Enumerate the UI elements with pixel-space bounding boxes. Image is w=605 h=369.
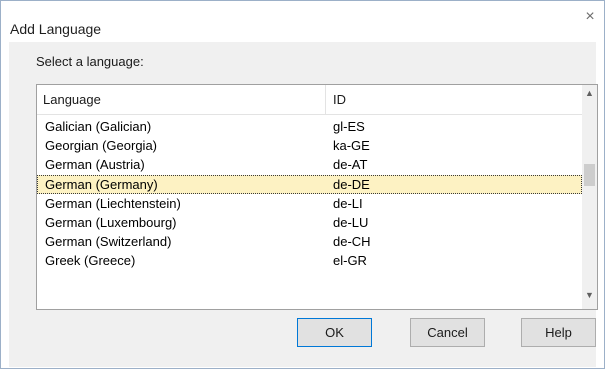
language-name: Greek (Greece): [45, 253, 136, 269]
language-list[interactable]: Language ID Galician (Galician) gl-ES Geor…: [36, 84, 598, 310]
dialog-title: Add Language: [10, 21, 102, 37]
language-name: German (Switzerland): [45, 234, 172, 250]
vertical-scrollbar[interactable]: ▲ ▼: [582, 85, 597, 309]
language-id: de-DE: [333, 176, 370, 192]
list-item[interactable]: German (Switzerland) de-CH: [37, 232, 582, 251]
close-icon[interactable]: ×: [581, 8, 599, 26]
language-name: Georgian (Georgia): [45, 138, 157, 154]
select-language-label: Select a language:: [36, 54, 144, 69]
list-item[interactable]: Georgian (Georgia) ka-GE: [37, 136, 582, 155]
column-header-language[interactable]: Language: [37, 85, 325, 114]
list-item[interactable]: German (Austria) de-AT: [37, 155, 582, 174]
column-separator[interactable]: [325, 85, 326, 114]
help-button[interactable]: Help: [521, 318, 596, 347]
language-id: ka-GE: [333, 138, 370, 154]
language-name: German (Luxembourg): [45, 214, 177, 230]
list-item[interactable]: Greek (Greece) el-GR: [37, 251, 582, 270]
language-id: de-LI: [333, 195, 363, 211]
scroll-thumb[interactable]: [584, 164, 595, 186]
language-id: de-AT: [333, 157, 368, 173]
language-name: German (Germany): [45, 176, 158, 192]
language-id: de-LU: [333, 214, 369, 230]
list-item[interactable]: German (Germany) de-DE: [37, 174, 582, 194]
list-header: Language ID: [37, 85, 582, 115]
ok-button[interactable]: OK: [297, 318, 372, 347]
language-id: gl-ES: [333, 119, 365, 134]
title-bar: Add Language ×: [1, 1, 604, 41]
scroll-down-icon[interactable]: ▼: [582, 287, 597, 304]
scroll-up-icon[interactable]: ▲: [582, 85, 597, 102]
language-name: Galician (Galician): [45, 119, 152, 134]
language-id: el-GR: [333, 253, 367, 269]
list-rows: Galician (Galician) gl-ES Georgian (Georgi…: [37, 117, 582, 271]
list-item[interactable]: German (Luxembourg) de-LU: [37, 213, 582, 232]
cancel-button[interactable]: Cancel: [410, 318, 485, 347]
language-name: German (Austria): [45, 157, 145, 173]
language-id: de-CH: [333, 234, 371, 250]
language-name: German (Liechtenstein): [45, 195, 181, 211]
list-item[interactable]: German (Liechtenstein) de-LI: [37, 194, 582, 213]
column-header-id[interactable]: ID: [327, 85, 582, 114]
list-item[interactable]: Galician (Galician) gl-ES: [37, 117, 582, 136]
